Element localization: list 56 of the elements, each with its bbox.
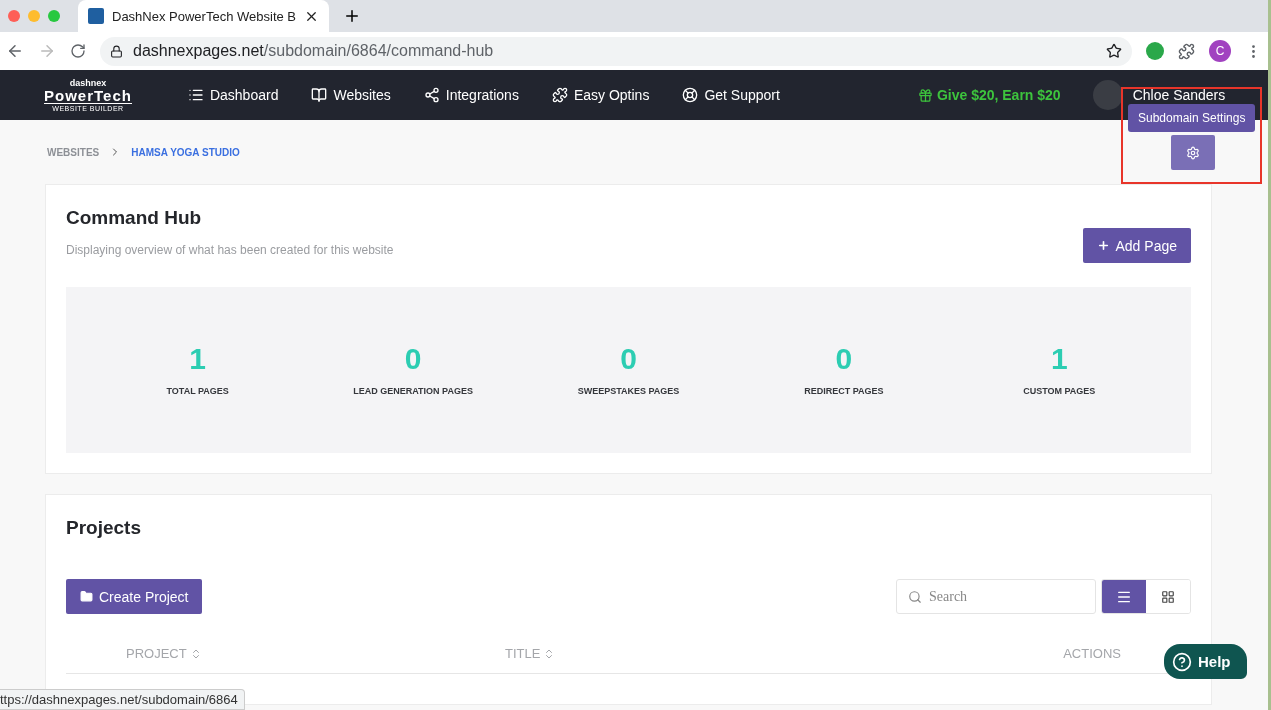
nav-link[interactable]: Get Support bbox=[682, 87, 780, 103]
stat-label: SWEEPSTAKES PAGES bbox=[577, 386, 680, 396]
plus-icon bbox=[1096, 239, 1110, 252]
status-url: ttps://dashnexpages.net/subdomain/6864 bbox=[0, 689, 245, 710]
card-title: Command Hub bbox=[66, 207, 203, 229]
stat-label: TOTAL PAGES bbox=[166, 386, 229, 396]
stat-value: 0 bbox=[404, 344, 422, 374]
search-field[interactable]: Search bbox=[896, 579, 1096, 614]
lock-icon bbox=[110, 44, 123, 58]
help-button[interactable]: Help bbox=[1164, 644, 1247, 679]
card-title: Projects bbox=[66, 517, 142, 539]
star-icon[interactable] bbox=[1106, 43, 1122, 59]
stat-label: REDIRECT PAGES bbox=[804, 386, 884, 396]
column-header: ACTIONS bbox=[1063, 646, 1121, 661]
search-icon bbox=[908, 590, 922, 604]
extension-icon[interactable] bbox=[1146, 42, 1164, 60]
list-icon bbox=[187, 87, 204, 103]
stat-value: 1 bbox=[189, 344, 207, 374]
stat-value: 0 bbox=[835, 344, 853, 374]
add-page-button[interactable]: Add Page bbox=[1082, 228, 1191, 263]
stat-value: 0 bbox=[620, 344, 637, 374]
lifebuoy-icon bbox=[682, 87, 699, 103]
browser-tab[interactable]: DashNex PowerTech Website B bbox=[78, 0, 329, 32]
book-icon bbox=[311, 87, 328, 103]
favicon-icon bbox=[88, 8, 104, 24]
puzzle-icon bbox=[551, 87, 568, 103]
stat-label: CUSTOM PAGES bbox=[1023, 386, 1096, 396]
card-subtitle: Displaying overview of what has been created for this website bbox=[66, 243, 394, 257]
new-tab-icon[interactable] bbox=[343, 7, 361, 25]
stat-label: LEAD GENERATION PAGES bbox=[353, 386, 473, 396]
stat-value: 1 bbox=[1050, 344, 1068, 374]
nav-link[interactable]: Dashboard bbox=[187, 87, 279, 103]
tab-title: DashNex PowerTech Website B bbox=[112, 8, 296, 24]
gift-icon bbox=[917, 87, 933, 103]
settings-button[interactable] bbox=[1171, 135, 1215, 170]
folder-icon bbox=[80, 590, 93, 603]
user-avatar[interactable] bbox=[1092, 80, 1123, 110]
reload-icon[interactable] bbox=[70, 43, 86, 59]
user-name[interactable]: Chloe Sanders bbox=[1132, 87, 1226, 103]
nav-link[interactable]: Integrations bbox=[423, 87, 519, 103]
profile-avatar[interactable]: C bbox=[1209, 40, 1231, 62]
share-icon bbox=[423, 87, 440, 103]
breadcrumb-link[interactable]: HAMSA YOGA STUDIO bbox=[131, 146, 240, 158]
back-icon[interactable] bbox=[6, 42, 24, 60]
promo-link[interactable]: Give $20, Earn $20 bbox=[917, 87, 1061, 103]
url-text: dashnexpages.net/subdomain/6864/command-hub bbox=[133, 42, 494, 60]
help-icon bbox=[1172, 651, 1192, 672]
settings-icon bbox=[1186, 145, 1200, 160]
address-bar[interactable]: dashnexpages.net/subdomain/6864/command-hub bbox=[100, 36, 1132, 66]
nav-link[interactable]: Easy Optins bbox=[551, 87, 650, 103]
tooltip: Subdomain Settings bbox=[1128, 104, 1256, 132]
grid-icon bbox=[1161, 589, 1175, 604]
puzzle-icon[interactable] bbox=[1178, 42, 1195, 60]
create-project-button[interactable]: Create Project bbox=[66, 579, 203, 614]
list-view-button[interactable] bbox=[1102, 580, 1146, 613]
nav-link[interactable]: Websites bbox=[311, 87, 391, 103]
